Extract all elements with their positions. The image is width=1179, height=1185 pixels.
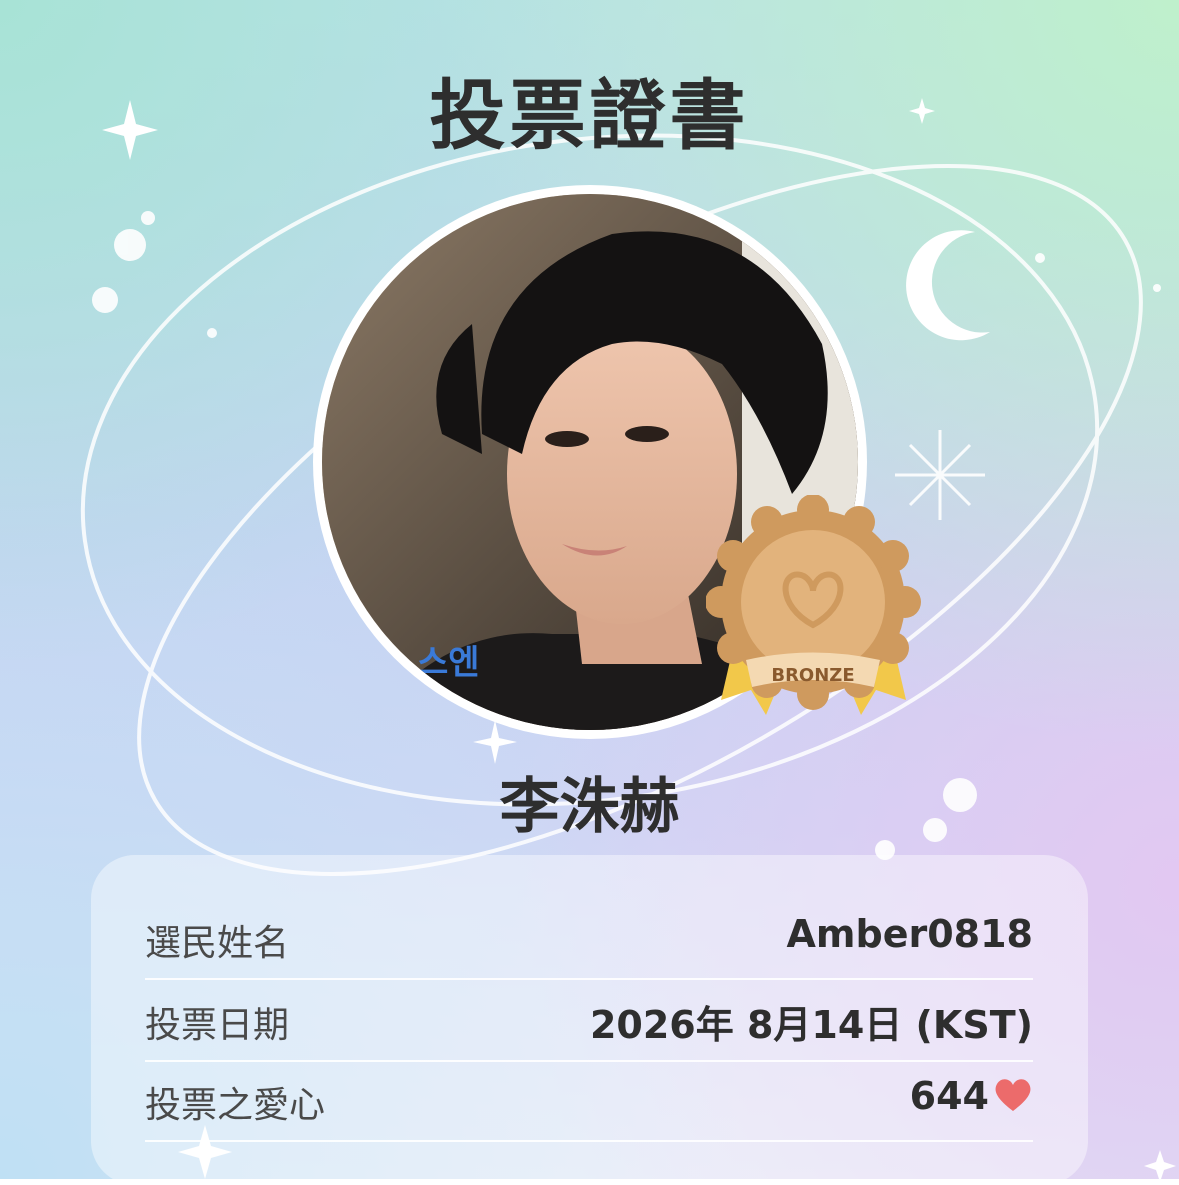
star-name: 李洙赫 — [499, 772, 680, 842]
heart-icon — [995, 1079, 1031, 1111]
vote-date-label: 投票日期 — [145, 1005, 290, 1046]
voter-name-label: 選民姓名 — [145, 923, 290, 964]
voter-name-row: 選民姓名 Amber0818 — [145, 906, 1033, 980]
page-title: 投票證書 — [429, 71, 750, 160]
vote-date-value: 2026年 8月14日 (KST) — [589, 1003, 1033, 1047]
vote-hearts-row: 投票之愛心 644 — [145, 1068, 1033, 1142]
photo-watermark: 스엔 — [417, 643, 480, 683]
sparkle-icon — [1144, 1150, 1176, 1179]
vote-hearts-label: 投票之愛心 — [145, 1085, 326, 1126]
vote-date-row: 投票日期 2026年 8月14日 (KST) — [145, 988, 1033, 1062]
vote-hearts-value: 644 — [909, 1074, 989, 1118]
voter-name-value: Amber0818 — [786, 912, 1033, 956]
crescent-moon-icon — [906, 230, 990, 341]
vote-hearts-value-wrap: 644 — [910, 1074, 1033, 1118]
bronze-badge-icon: BRONZE — [706, 495, 921, 715]
badge-label: BRONZE — [771, 665, 854, 686]
